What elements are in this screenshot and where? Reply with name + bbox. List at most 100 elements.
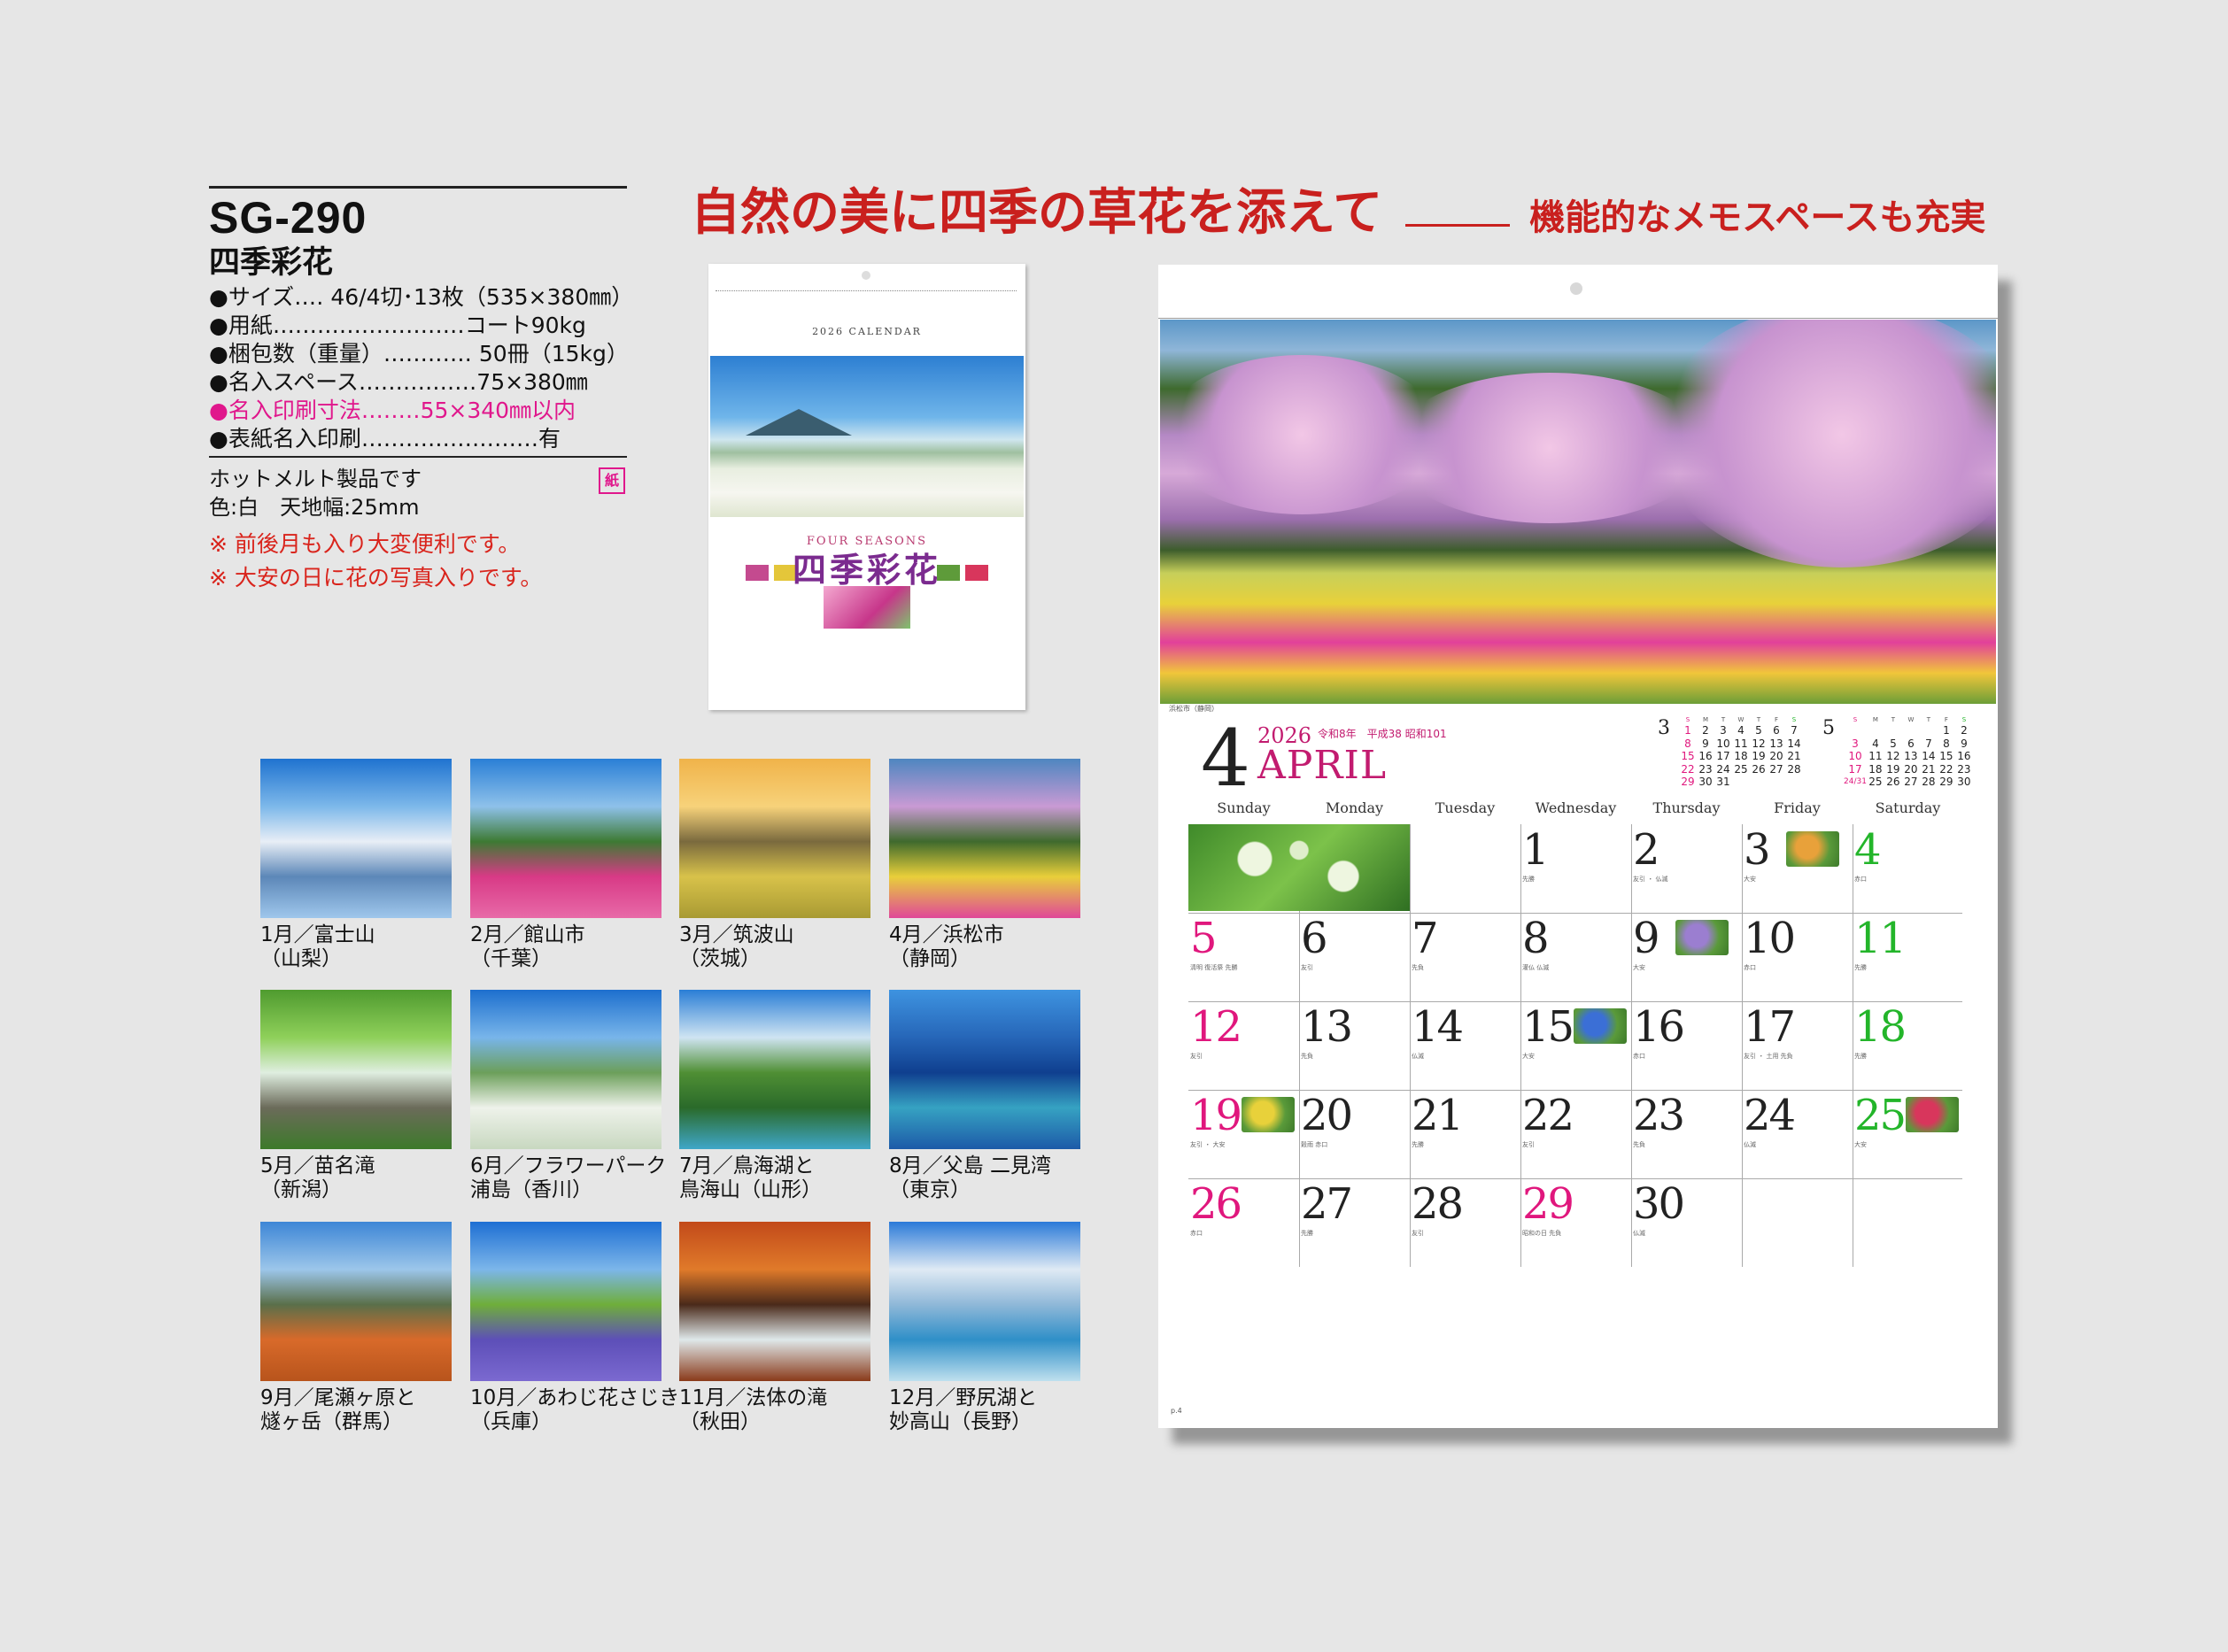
era-label: 令和8年 平成38 昭和101	[1318, 728, 1447, 740]
day-number: 14	[1412, 1002, 1464, 1052]
rokuyo-label: 仏滅	[1744, 1141, 1756, 1148]
day-cell: 11 先勝	[1853, 913, 1962, 1000]
mini-day: 27	[1769, 762, 1783, 776]
mini-day: 24/31	[1844, 777, 1867, 786]
mini-day: 3	[1720, 724, 1727, 737]
mini-day: 19	[1752, 750, 1766, 762]
mini-day	[1844, 724, 1867, 737]
rokuyo-label: 友引 ・ 仏滅	[1633, 876, 1668, 883]
day-number: 19	[1190, 1091, 1242, 1140]
mini-day: 28	[1922, 776, 1936, 788]
day-cell: 4 赤口	[1853, 824, 1962, 911]
thumbnail-photo	[679, 1222, 870, 1381]
rokuyo-label: 穀雨 赤口	[1301, 1141, 1328, 1148]
headline-main: 自然の美に四季の草花を添えて	[691, 183, 1383, 242]
weekday-header: Friday	[1774, 799, 1821, 816]
day-cell: 10 赤口	[1742, 913, 1852, 1000]
weekday-header: Saturday	[1875, 799, 1941, 816]
mini-day	[1920, 724, 1938, 737]
mini-weekday: S	[1853, 716, 1858, 723]
headline-sub: 機能的なメモスペースも充実	[1529, 197, 1986, 238]
day-cell: 30 仏滅	[1631, 1178, 1741, 1265]
mini-weekday: S	[1791, 716, 1797, 723]
rokuyo-label: 赤口	[1633, 1053, 1645, 1060]
mini-day: 6	[1773, 724, 1780, 737]
day-number: 7	[1412, 914, 1439, 963]
mini-day: 7	[1791, 724, 1798, 737]
rokuyo-label: 昭和の日 先負	[1522, 1230, 1562, 1237]
day-cell: 18 先勝	[1853, 1001, 1962, 1088]
thumbnail-photo	[260, 1222, 452, 1381]
flower-photo	[1574, 1008, 1627, 1044]
mini-day: 8	[1943, 737, 1950, 750]
prev-month-label: 3	[1658, 717, 1670, 739]
thumbnail-caption: 5月／苗名滝 （新潟）	[260, 1154, 375, 1201]
mini-day: 29	[1939, 776, 1953, 788]
day-number: 25	[1854, 1091, 1907, 1140]
day-number: 3	[1744, 825, 1771, 875]
rokuyo-label: 大安	[1522, 1053, 1535, 1060]
mini-day: 25	[1868, 776, 1883, 788]
product-name: 四季彩花	[209, 245, 334, 281]
day-number: 4	[1854, 825, 1882, 875]
day-cell: 9 大安	[1631, 913, 1741, 1000]
day-number: 2	[1633, 825, 1660, 875]
mini-day: 5	[1755, 724, 1762, 737]
mini-day: 4	[1737, 724, 1744, 737]
thumbnail-caption: 4月／浜松市 （静岡）	[889, 923, 1004, 970]
mini-day: 25	[1734, 762, 1748, 776]
rokuyo-label: 友引 ・ 大安	[1190, 1141, 1226, 1148]
mini-day	[1884, 724, 1902, 737]
mini-day: 16	[1698, 750, 1713, 762]
divider	[209, 456, 627, 458]
thumbnail-photo	[679, 759, 870, 918]
thumbnail-caption: 2月／館山市 （千葉）	[470, 923, 585, 970]
mini-day: 27	[1904, 776, 1918, 788]
cover-series-label: FOUR SEASONS	[806, 535, 928, 548]
day-cell: 29 昭和の日 先負	[1520, 1178, 1630, 1265]
mini-weekday: F	[1774, 716, 1779, 723]
mini-day: 14	[1922, 750, 1936, 762]
mini-day: 26	[1752, 762, 1766, 776]
mini-weekday: F	[1944, 716, 1948, 723]
mini-day: 18	[1868, 762, 1883, 776]
prev-month-table: S M T W T F S 1 2 3 4 5 6 7 8 9 10 11 12 13 14 15 16 17 18 19 20 21…	[1679, 716, 1803, 789]
header-line	[1158, 318, 1998, 319]
day-number: 8	[1522, 914, 1550, 963]
day-cell: 5 清明 復活祭 先勝	[1188, 913, 1298, 1000]
clover-photo	[1188, 824, 1410, 911]
weekday-header: Tuesday	[1435, 799, 1496, 816]
mini-day: 22	[1681, 762, 1695, 776]
mini-day: 22	[1939, 762, 1953, 776]
day-cell: 19 友引 ・ 大安	[1188, 1090, 1298, 1177]
mini-day	[1750, 776, 1768, 789]
spec-paper: ●用紙‥‥‥‥‥‥‥‥‥‥‥‥‥コート90kg	[209, 313, 586, 338]
next-month-label: 5	[1822, 717, 1835, 739]
rokuyo-label: 先勝	[1522, 876, 1535, 883]
next-month-table: S M T W T F S 1 2 3 4 5 6 7 8 9 10 11 12 13 14 15 16 17 18 19 20 21…	[1844, 716, 1973, 789]
day-cell: 1 先勝	[1520, 824, 1630, 911]
mini-day: 24	[1716, 762, 1730, 776]
cover-photo	[710, 356, 1024, 517]
mini-day: 26	[1886, 776, 1900, 788]
mini-day: 6	[1907, 737, 1915, 750]
mini-day	[1902, 724, 1920, 737]
mini-weekday: M	[1702, 716, 1709, 723]
mini-day: 1	[1943, 724, 1950, 737]
day-cell: 2 友引 ・ 仏滅	[1631, 824, 1741, 911]
rokuyo-label: 先負	[1412, 964, 1424, 971]
day-number: 9	[1633, 914, 1660, 963]
thumbnail-caption: 12月／野尻湖と 妙高山（長野）	[889, 1386, 1038, 1433]
cover-blossom-photo	[824, 586, 910, 629]
day-number: 30	[1633, 1179, 1685, 1229]
thumbnail-photo	[260, 990, 452, 1149]
mini-day: 23	[1698, 762, 1713, 776]
day-number: 29	[1522, 1179, 1574, 1229]
day-number: 22	[1522, 1091, 1574, 1140]
day-number: 21	[1412, 1091, 1464, 1140]
rokuyo-label: 灌仏 仏滅	[1522, 964, 1550, 971]
day-number: 10	[1744, 914, 1796, 963]
rokuyo-label: 仏滅	[1412, 1053, 1424, 1060]
rokuyo-label: 友引	[1522, 1141, 1535, 1148]
day-number: 12	[1190, 1002, 1242, 1052]
